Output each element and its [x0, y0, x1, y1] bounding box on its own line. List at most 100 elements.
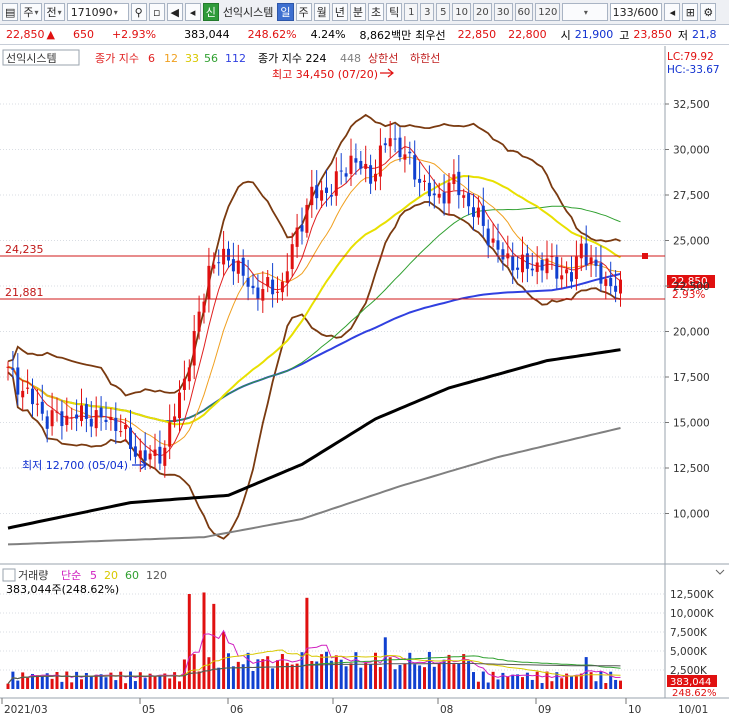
- chart-icon[interactable]: ▤: [2, 3, 19, 21]
- volume-panel-box[interactable]: [2, 568, 16, 582]
- volume-bar: [178, 681, 181, 689]
- candle-body: [447, 182, 451, 204]
- candle-body: [104, 419, 108, 422]
- type-select[interactable]: 전: [43, 3, 65, 21]
- volume-bar: [207, 657, 211, 689]
- volume-bar: [251, 671, 255, 689]
- code-input[interactable]: 171090: [66, 3, 129, 21]
- trade-amount: 8,862백만: [359, 28, 412, 42]
- volume-bar: [290, 664, 294, 689]
- minute-120[interactable]: 120: [535, 3, 561, 21]
- volume-bar: [70, 682, 74, 689]
- volume-ma-120: 120: [146, 569, 167, 582]
- candle-body: [423, 180, 426, 182]
- candle-body: [511, 255, 515, 271]
- y-tick-label: 22,500: [673, 281, 710, 293]
- ma-value-33: 33: [185, 52, 199, 65]
- volume-bar: [614, 679, 618, 689]
- minute-5[interactable]: 5: [436, 3, 451, 21]
- chart-window: ▤ 주 전 171090 ⚲ ▫ ◀ ◂ 신 선익시스템 일 주 월 년 분 초…: [0, 0, 729, 718]
- ma-value-56: 56: [204, 52, 218, 65]
- minute-custom-select[interactable]: [562, 3, 609, 21]
- candle-body: [329, 195, 333, 197]
- volume-bar: [26, 677, 30, 689]
- minute-1[interactable]: 1: [404, 3, 419, 21]
- candle-body: [472, 207, 475, 217]
- minute-10[interactable]: 10: [452, 3, 472, 21]
- open-label: 시: [560, 28, 571, 42]
- candle-body: [614, 285, 618, 292]
- candle-body: [11, 368, 15, 370]
- current-price: 22,850: [6, 28, 45, 41]
- candle-body: [521, 254, 524, 273]
- turnover-rate: 4.24%: [310, 28, 346, 41]
- period-minute[interactable]: 분: [349, 3, 367, 21]
- zoom-icon[interactable]: ⊞: [682, 3, 699, 21]
- period-year[interactable]: 년: [331, 3, 348, 21]
- candle-body: [315, 185, 319, 199]
- low-note: 최저 12,700 (05/04): [22, 459, 128, 472]
- minute-20[interactable]: 20: [473, 3, 492, 21]
- volume-bar: [472, 672, 475, 689]
- candle-body: [207, 265, 211, 300]
- speaker-icon[interactable]: ◀: [166, 3, 183, 21]
- volume-bar: [124, 683, 128, 689]
- candle-body: [129, 427, 132, 449]
- market-select[interactable]: 주: [20, 3, 42, 21]
- line-handle-marker[interactable]: [642, 253, 648, 259]
- volume-bar: [187, 594, 191, 689]
- volume-bar: [75, 671, 79, 689]
- volume-bar: [276, 660, 279, 689]
- count-input[interactable]: 133/600: [610, 3, 663, 21]
- candle-body: [16, 367, 20, 395]
- period-tick[interactable]: 틱: [386, 3, 403, 21]
- lower-band-label: 하한선: [410, 51, 440, 65]
- minute-3[interactable]: 3: [420, 3, 435, 21]
- volume-bar: [413, 664, 417, 689]
- ma-label: 종가 지수: [95, 52, 139, 65]
- period-week[interactable]: 주: [295, 3, 312, 21]
- price-panel-name: 선익시스템: [6, 52, 57, 65]
- candle-body: [35, 403, 39, 405]
- volume-bar: [516, 674, 520, 689]
- volume-bar: [374, 652, 377, 689]
- candle-body: [280, 281, 284, 293]
- candle-body: [413, 155, 417, 180]
- volume-bar: [403, 663, 407, 689]
- candle-body: [168, 422, 172, 447]
- volume-bar: [158, 675, 162, 689]
- period-day[interactable]: 일: [277, 3, 294, 21]
- minute-30[interactable]: 30: [493, 3, 513, 21]
- hc-value: HC:-33.67: [667, 64, 720, 76]
- period-month[interactable]: 월: [313, 3, 330, 21]
- ma-value-12: 12: [164, 52, 178, 65]
- candle-body: [462, 195, 466, 198]
- x-tick-label: 06: [230, 704, 244, 716]
- low-price: 21,8: [692, 28, 717, 41]
- prev-icon[interactable]: ◂: [184, 3, 201, 21]
- x-tick-label: 10/01: [678, 704, 708, 716]
- candle-body: [158, 446, 162, 464]
- volume-bar: [55, 671, 59, 689]
- volume-bar: [35, 675, 39, 689]
- volume-bar: [114, 680, 118, 689]
- scroll-left-icon[interactable]: ◂: [664, 3, 681, 21]
- candle-body: [276, 291, 279, 293]
- volume-bar: [168, 678, 172, 689]
- menu-icon[interactable]: ▫: [148, 3, 165, 21]
- low-label: 저: [677, 28, 689, 42]
- price-chart[interactable]: 선익시스템 종가 지수 6 12 33 56 112 종가 지수 224 448…: [0, 46, 729, 718]
- candle-body: [21, 390, 25, 398]
- ma-value-6: 6: [148, 52, 155, 65]
- candle-body: [570, 272, 573, 282]
- volume-bar: [261, 659, 265, 689]
- volume-bar: [202, 592, 206, 689]
- period-second[interactable]: 초: [368, 3, 385, 21]
- credit-badge[interactable]: 신: [202, 3, 219, 21]
- volume-bar: [570, 675, 573, 689]
- candle-body: [408, 151, 412, 154]
- minute-60[interactable]: 60: [514, 3, 534, 21]
- x-tick-label: 08: [440, 704, 453, 716]
- search-icon[interactable]: ⚲: [130, 3, 147, 21]
- settings-icon[interactable]: ⚙: [700, 3, 717, 21]
